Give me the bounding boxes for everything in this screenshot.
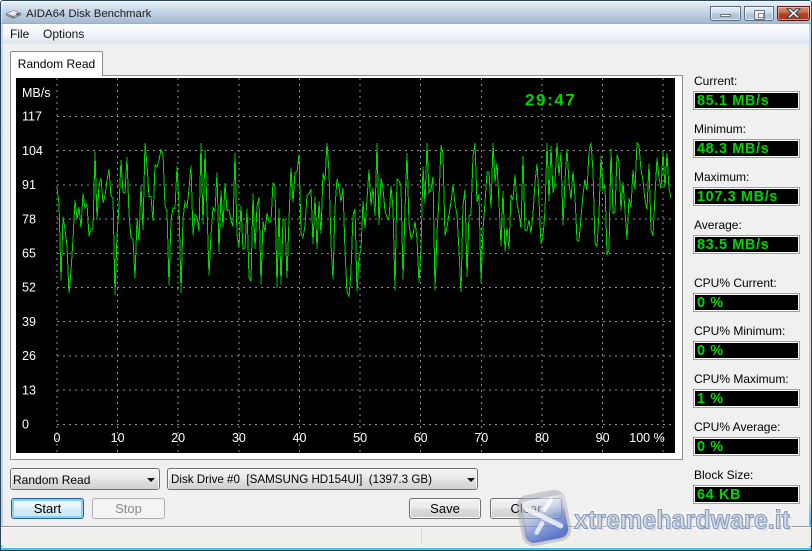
svg-text:50: 50 bbox=[353, 431, 367, 445]
svg-text:xtremehardware.it: xtremehardware.it bbox=[574, 507, 790, 535]
svg-text:117: 117 bbox=[22, 110, 42, 124]
svg-text:90: 90 bbox=[596, 431, 610, 445]
svg-text:10: 10 bbox=[111, 431, 125, 445]
svg-text:20: 20 bbox=[171, 431, 185, 445]
svg-text:104: 104 bbox=[22, 144, 43, 158]
svg-text:65: 65 bbox=[22, 247, 36, 261]
svg-text:60: 60 bbox=[414, 431, 428, 445]
svg-text:29:47: 29:47 bbox=[525, 91, 576, 110]
svg-text:39: 39 bbox=[22, 315, 36, 329]
svg-text:26: 26 bbox=[22, 349, 36, 363]
svg-text:100 %: 100 % bbox=[629, 431, 664, 445]
svg-text:40: 40 bbox=[293, 431, 307, 445]
svg-text:80: 80 bbox=[535, 431, 549, 445]
svg-text:91: 91 bbox=[22, 178, 36, 192]
svg-text:MB/s: MB/s bbox=[22, 86, 50, 100]
svg-text:0: 0 bbox=[22, 418, 29, 432]
svg-text:52: 52 bbox=[22, 281, 36, 295]
svg-text:30: 30 bbox=[232, 431, 246, 445]
svg-text:78: 78 bbox=[22, 212, 36, 226]
svg-text:70: 70 bbox=[474, 431, 488, 445]
svg-text:13: 13 bbox=[22, 383, 36, 397]
svg-text:0: 0 bbox=[54, 431, 61, 445]
